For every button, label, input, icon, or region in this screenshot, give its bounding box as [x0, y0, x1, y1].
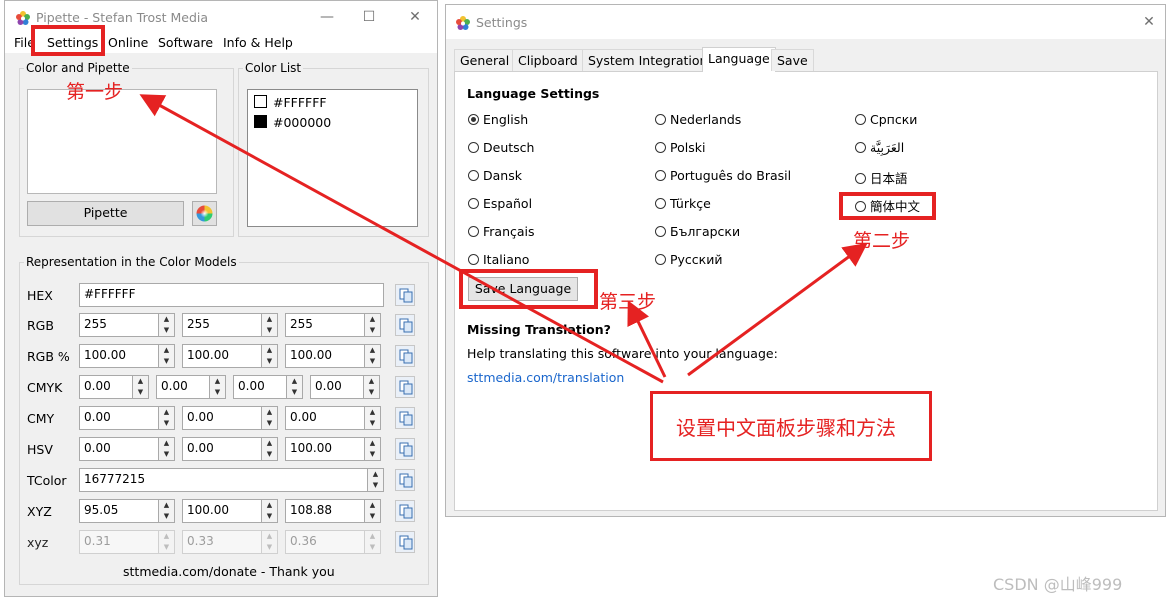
arrow-to-chinese-option [687, 242, 868, 377]
arrow-to-settings-menu [139, 94, 664, 384]
annotation-arrows [139, 94, 868, 384]
watermark: CSDN @山峰999 [993, 575, 1123, 594]
